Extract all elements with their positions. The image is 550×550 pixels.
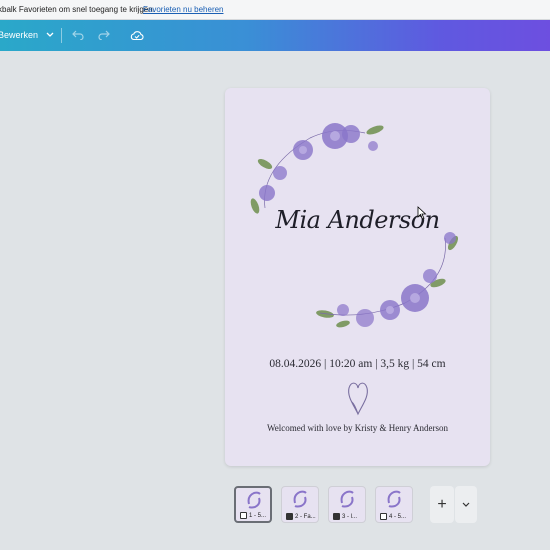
design-page[interactable]: Mia Anderson 08.04.2026 | 10:20 am | 3,5… [225, 88, 490, 466]
edit-menu-label: Bewerken [0, 30, 39, 40]
welcome-text[interactable]: Welcomed with love by Kristy & Henry And… [225, 423, 490, 433]
chevron-down-icon [46, 20, 54, 51]
page-thumbnail-label: 1 - 5... [249, 512, 267, 519]
page-thumbnail-2[interactable]: 2 - Fa... [281, 486, 319, 523]
wreath-thumbnail-icon [293, 490, 307, 508]
editor-toolbar: Bewerken [0, 20, 550, 51]
page-thumbnail-label: 4 - 5... [389, 513, 407, 520]
favorites-bar: kbalk Favorieten om snel toegang te krij… [0, 0, 550, 20]
add-page-button[interactable]: + [430, 486, 454, 523]
page-thumbnail-3[interactable]: 3 - l... [328, 486, 366, 523]
cloud-sync-icon[interactable] [130, 28, 144, 42]
mouse-cursor-icon [417, 206, 427, 220]
page-icon [286, 513, 293, 520]
page-icon [333, 513, 340, 520]
manage-favorites-link[interactable]: Favorieten nu beheren [143, 0, 224, 19]
heart-icon [348, 382, 368, 416]
birth-details[interactable]: 08.04.2026 | 10:20 am | 3,5 kg | 54 cm [225, 358, 490, 370]
undo-icon[interactable] [71, 28, 85, 42]
toolbar-divider [61, 28, 62, 43]
page-thumbnail-4[interactable]: 4 - 5... [375, 486, 413, 523]
page-thumbnail-label: 3 - l... [342, 513, 358, 520]
page-thumbnail-1[interactable]: 1 - 5... [234, 486, 272, 523]
more-pages-button[interactable] [455, 486, 477, 523]
chevron-down-icon [462, 502, 470, 507]
page-thumbnail-label: 2 - Fa... [295, 513, 316, 520]
redo-icon[interactable] [97, 28, 111, 42]
wreath-thumbnail-icon [387, 490, 401, 508]
page-thumbnails: 1 - 5... 2 - Fa... 3 - l... 4 - 5... [234, 486, 413, 523]
edit-menu-button[interactable]: Bewerken [0, 20, 54, 51]
baby-name[interactable]: Mia Anderson [225, 206, 490, 234]
favorites-bar-message: kbalk Favorieten om snel toegang te krij… [0, 5, 155, 14]
page-icon [240, 512, 247, 519]
wreath-thumbnail-icon [340, 490, 354, 508]
wreath-thumbnail-icon [247, 491, 261, 509]
page-icon [380, 513, 387, 520]
